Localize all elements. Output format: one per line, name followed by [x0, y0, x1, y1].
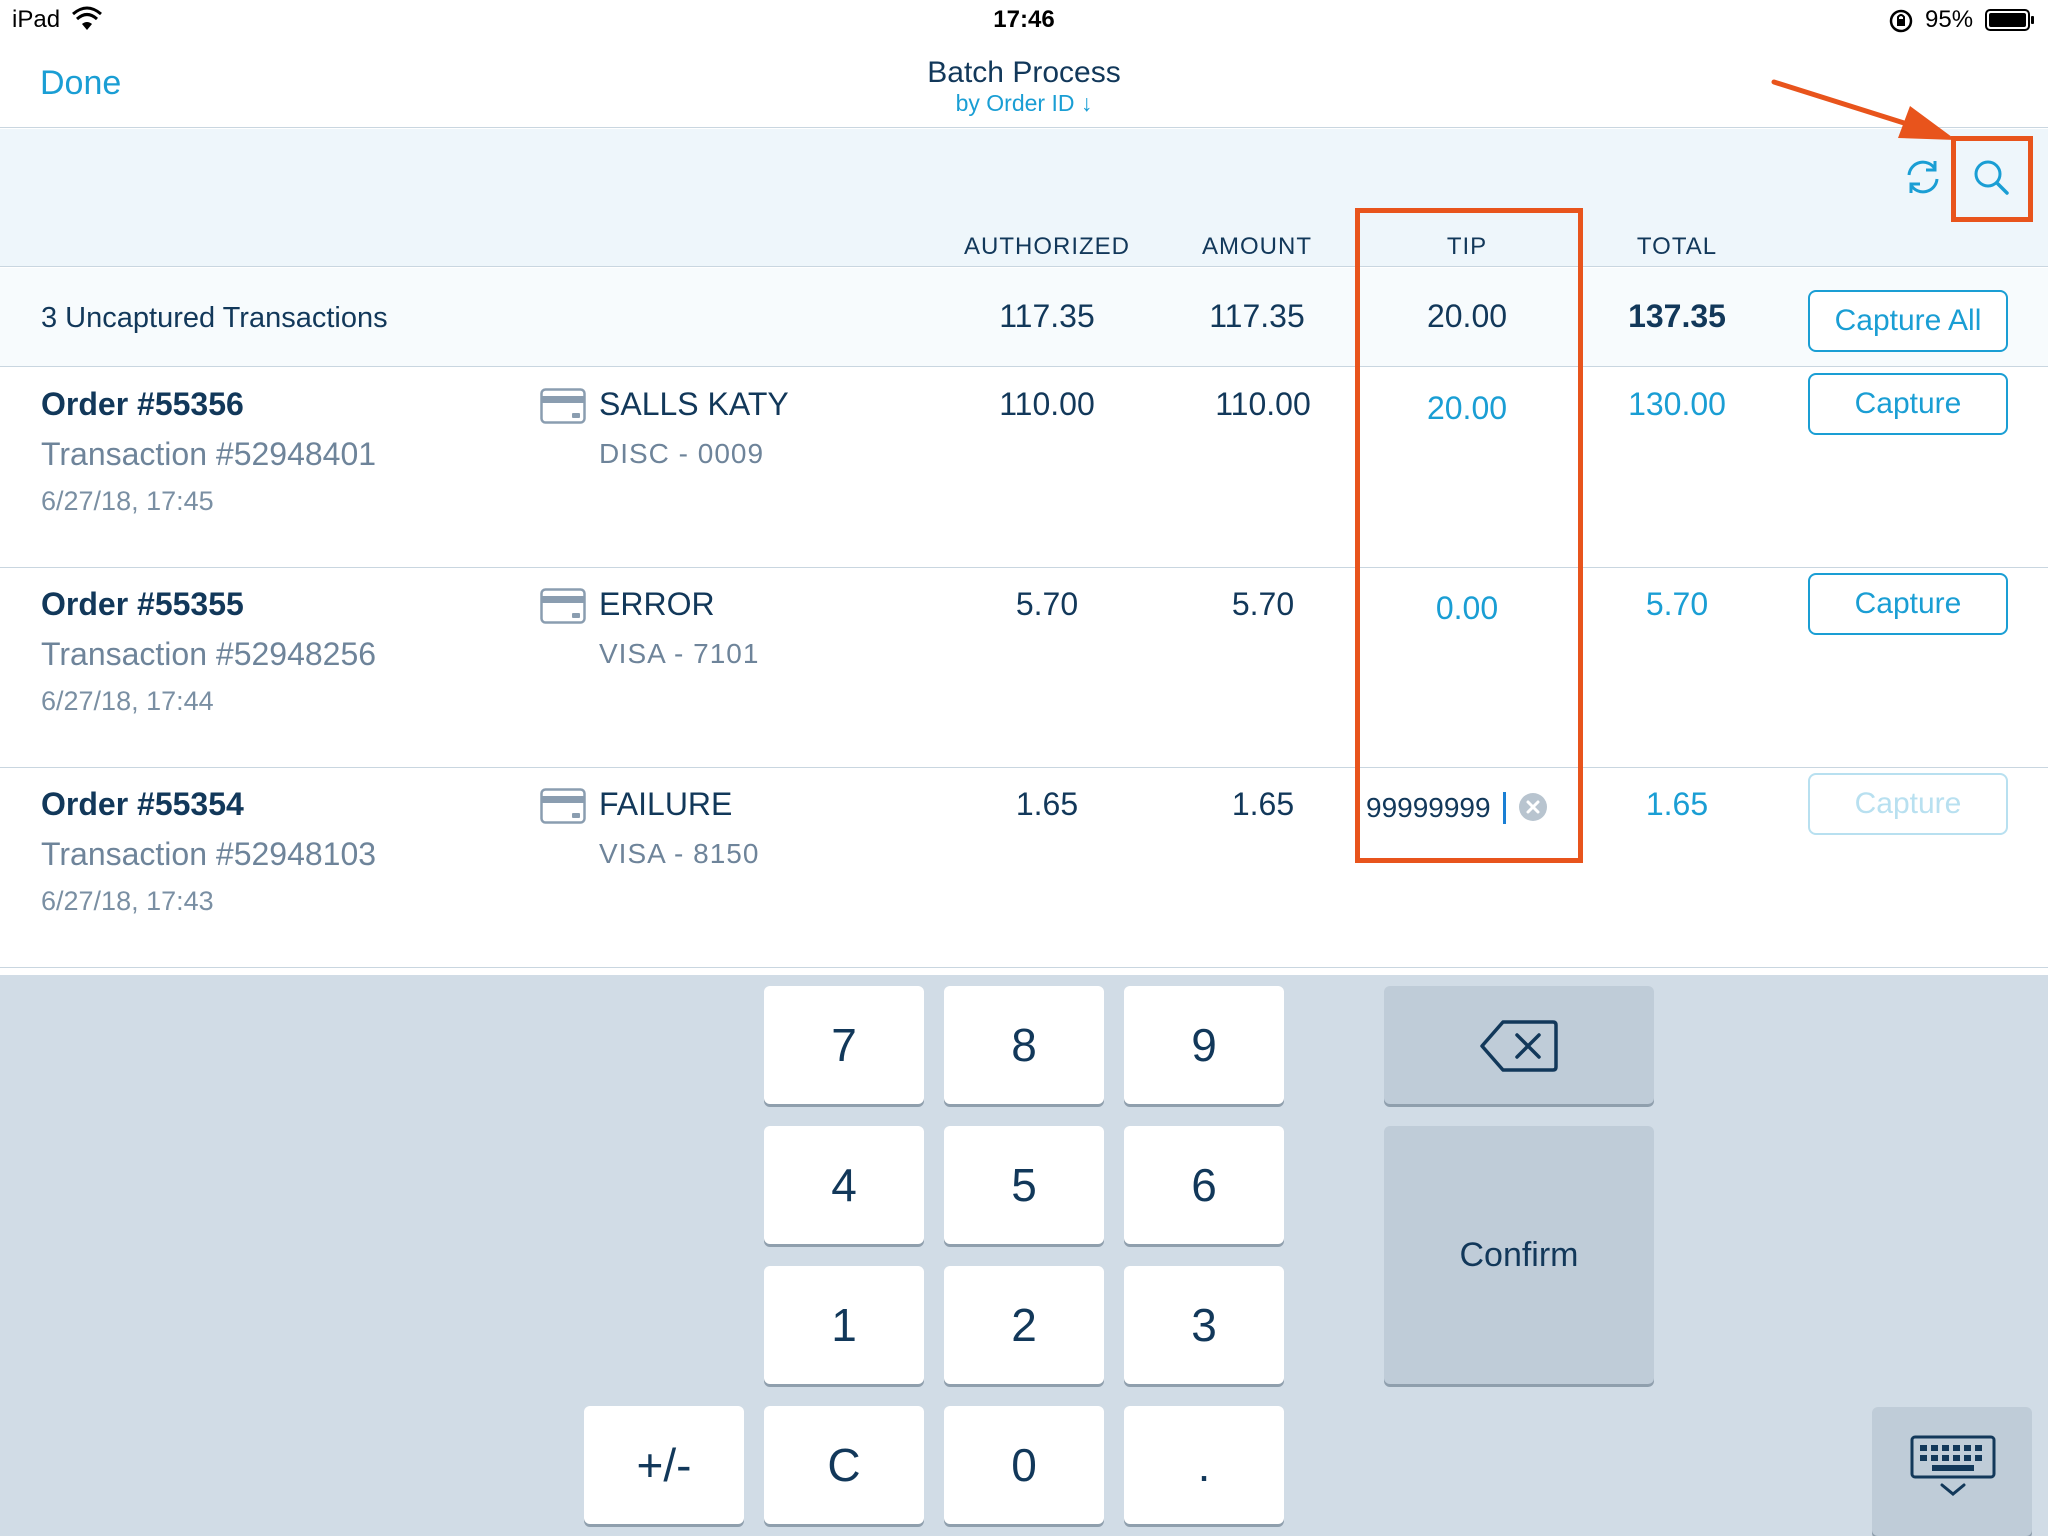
- capture-button[interactable]: Capture: [1808, 773, 2008, 835]
- confirm-button[interactable]: Confirm: [1384, 1126, 1654, 1384]
- amount: 110.00: [1215, 386, 1311, 422]
- credit-card-icon: [540, 388, 586, 424]
- backspace-icon: [1480, 1020, 1558, 1072]
- search-highlight: [1951, 136, 2033, 222]
- column-amount: AMOUNT: [1202, 233, 1312, 260]
- key-6[interactable]: 6: [1124, 1126, 1284, 1244]
- key-7[interactable]: 7: [764, 986, 924, 1104]
- battery-percent: 95%: [1925, 6, 1974, 33]
- key-9[interactable]: 9: [1124, 986, 1284, 1104]
- summary-amount: 117.35: [1209, 298, 1305, 334]
- nav-bar: Done Batch Process by Order ID ↓: [0, 40, 2048, 128]
- card-info: VISA - 8150: [599, 838, 760, 869]
- transaction-number: Transaction #52948401: [41, 436, 377, 472]
- order-number: Order #55356: [41, 386, 244, 422]
- battery-icon: [1985, 9, 2034, 31]
- cardholder-name: ERROR: [599, 586, 715, 622]
- keyboard-dismiss-icon: [1910, 1435, 1996, 1496]
- key-2[interactable]: 2: [944, 1266, 1104, 1384]
- transaction-date: 6/27/18, 17:43: [41, 886, 214, 916]
- total-amount: 1.65: [1645, 786, 1709, 822]
- key-5[interactable]: 5: [944, 1126, 1104, 1244]
- key-3[interactable]: 3: [1124, 1266, 1284, 1384]
- transaction-date: 6/27/18, 17:45: [41, 486, 214, 516]
- authorized-amount: 110.00: [999, 386, 1095, 422]
- column-total: TOTAL: [1636, 233, 1718, 260]
- amount: 1.65: [1231, 786, 1295, 822]
- numeric-keypad: 7 8 9 4 5 6 1 2 3 +/- C 0 . Confirm: [0, 975, 2048, 1536]
- authorized-amount: 1.65: [1015, 786, 1079, 822]
- key-4[interactable]: 4: [764, 1126, 924, 1244]
- capture-button[interactable]: Capture: [1808, 573, 2008, 635]
- order-number: Order #55355: [41, 586, 244, 622]
- amount: 5.70: [1231, 586, 1295, 622]
- summary-total: 137.35: [1628, 298, 1726, 334]
- table-row: Order #55356 Transaction #52948401 6/27/…: [0, 368, 2048, 568]
- status-bar: iPad 17:46 95%: [0, 0, 2048, 40]
- credit-card-icon: [540, 788, 586, 824]
- tip-column-highlight: [1355, 208, 1583, 863]
- key-0[interactable]: 0: [944, 1406, 1104, 1524]
- page-title: Batch Process: [927, 56, 1121, 89]
- table-row: Order #55355 Transaction #52948256 6/27/…: [0, 568, 2048, 768]
- cardholder-name: FAILURE: [599, 786, 733, 822]
- hide-keyboard-button[interactable]: [1872, 1407, 2032, 1536]
- transaction-date: 6/27/18, 17:44: [41, 686, 214, 716]
- column-authorized: AUTHORIZED: [964, 233, 1130, 260]
- credit-card-icon: [540, 588, 586, 624]
- capture-all-button[interactable]: Capture All: [1808, 290, 2008, 352]
- summary-row: 3 Uncaptured Transactions 117.35 117.35 …: [0, 268, 2048, 367]
- table-header: AUTHORIZED AMOUNT TIP TOTAL: [0, 129, 2048, 267]
- card-info: DISC - 0009: [599, 438, 765, 469]
- authorized-amount: 5.70: [1015, 586, 1079, 622]
- table-row: Order #55354 Transaction #52948103 6/27/…: [0, 768, 2048, 968]
- orientation-lock-icon: [1889, 9, 1913, 33]
- cardholder-name: SALLS KATY: [599, 386, 789, 422]
- arrow-icon: [1771, 79, 1956, 140]
- transaction-number: Transaction #52948103: [41, 836, 377, 872]
- key-decimal[interactable]: .: [1124, 1406, 1284, 1524]
- key-8[interactable]: 8: [944, 986, 1104, 1104]
- refresh-icon[interactable]: [1903, 157, 1943, 197]
- key-1[interactable]: 1: [764, 1266, 924, 1384]
- capture-button[interactable]: Capture: [1808, 373, 2008, 435]
- order-number: Order #55354: [41, 786, 244, 822]
- key-plus-minus[interactable]: +/-: [584, 1406, 744, 1524]
- card-info: VISA - 7101: [599, 638, 760, 669]
- transaction-number: Transaction #52948256: [41, 636, 377, 672]
- backspace-button[interactable]: [1384, 986, 1654, 1104]
- uncaptured-count: 3 Uncaptured Transactions: [41, 302, 388, 334]
- total-amount: 5.70: [1645, 586, 1709, 622]
- summary-authorized: 117.35: [999, 298, 1095, 334]
- key-clear[interactable]: C: [764, 1406, 924, 1524]
- clock: 17:46: [993, 6, 1055, 33]
- sort-selector[interactable]: by Order ID ↓: [0, 90, 2048, 117]
- total-amount: 130.00: [1628, 386, 1726, 422]
